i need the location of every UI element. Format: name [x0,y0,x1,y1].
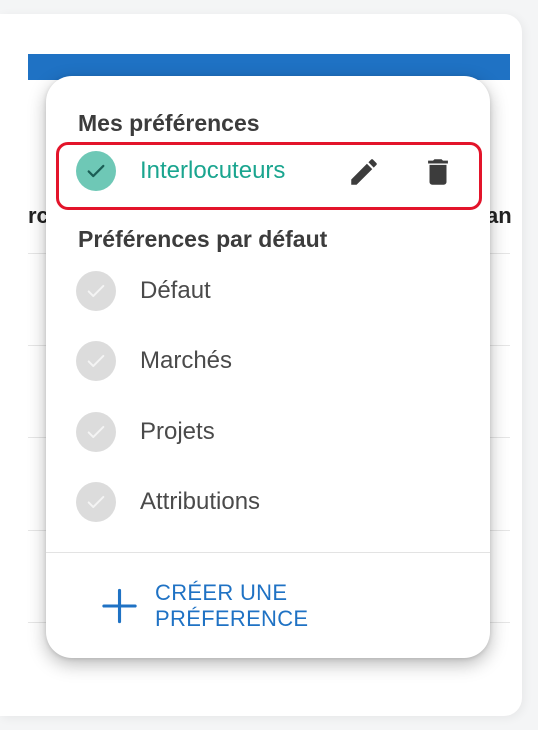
preference-label: Projets [140,418,215,445]
preference-item-defaut[interactable]: Défaut [74,264,454,320]
preference-item-attributions[interactable]: Attributions [74,475,454,531]
my-preferences-title: Mes préférences [78,110,260,136]
create-preference-button[interactable]: CRÉER UNE PRÉFERENCE [100,580,440,631]
check-icon [76,482,116,522]
default-preferences-title: Préférences par défaut [78,226,328,252]
preference-label: Défaut [140,277,211,304]
preference-label: Marchés [140,347,233,374]
highlight-annotation [56,142,482,210]
check-icon [76,271,116,311]
plus-icon [102,588,137,624]
preference-label: Attributions [140,488,261,515]
check-icon [76,341,116,381]
check-icon [76,412,116,452]
preference-item-marches[interactable]: Marchés [74,334,454,390]
preference-item-projets[interactable]: Projets [74,405,454,461]
menu-divider [46,552,490,553]
create-preference-label: CRÉER UNE PRÉFERENCE [155,580,309,631]
